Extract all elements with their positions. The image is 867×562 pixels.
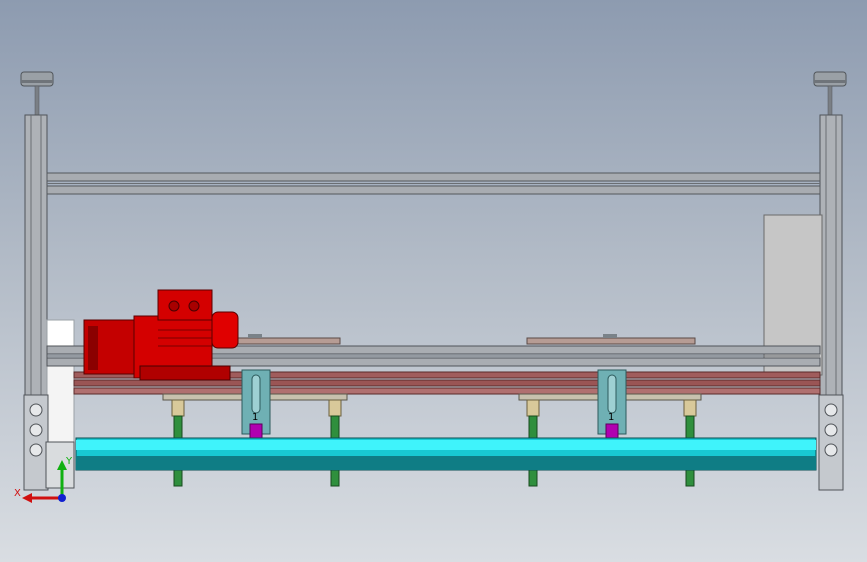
support-plate-right [526, 337, 696, 345]
axis-x-label: X [14, 488, 21, 499]
roller-tube [75, 437, 817, 471]
bolt-icon [249, 423, 263, 439]
plate-clamp-right [603, 334, 617, 338]
guard-block-upper [46, 319, 75, 349]
cad-viewport[interactable]: 1 1 Y X [0, 0, 867, 562]
gear-motor [83, 289, 239, 381]
leveling-foot-right [813, 71, 847, 117]
motor-terminal-box [157, 289, 213, 321]
profile-end-right [818, 394, 844, 491]
callout-right: 1 [608, 412, 614, 423]
bracket-left [241, 369, 271, 439]
support-plate-left [237, 337, 341, 345]
leveling-foot-left [20, 71, 54, 117]
callout-left: 1 [252, 412, 258, 423]
plate-clamp-left [248, 334, 262, 338]
bolt-icon [605, 423, 619, 439]
axis-y-label: Y [65, 456, 73, 467]
top-crossbeam [46, 172, 821, 195]
conveyor-assembly-drawing: 1 1 Y X [14, 71, 847, 503]
bracket-right [597, 369, 627, 439]
